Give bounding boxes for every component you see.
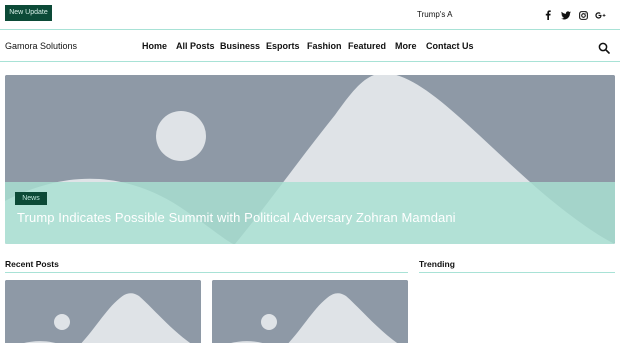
nav-all-posts[interactable]: All Posts	[176, 41, 215, 51]
facebook-icon[interactable]	[542, 8, 554, 22]
nav-featured[interactable]: Featured	[348, 41, 386, 51]
recent-posts-divider	[5, 272, 408, 273]
nav-fashion[interactable]: Fashion	[307, 41, 342, 51]
instagram-icon[interactable]	[577, 8, 589, 22]
nav-home[interactable]: Home	[142, 41, 167, 51]
image-placeholder-icon	[5, 280, 201, 343]
nav-more[interactable]: More	[395, 41, 417, 51]
google-plus-icon[interactable]	[594, 8, 606, 22]
twitter-icon[interactable]	[560, 8, 572, 22]
recent-post-card[interactable]	[5, 280, 201, 343]
trending-heading: Trending	[419, 259, 455, 269]
hero-category-badge[interactable]: News	[15, 192, 47, 205]
recent-posts-heading: Recent Posts	[5, 259, 59, 269]
site-title[interactable]: Gamora Solutions	[5, 41, 77, 51]
nav-esports[interactable]: Esports	[266, 41, 300, 51]
news-ticker[interactable]: Trump's A	[417, 10, 453, 19]
nav-business[interactable]: Business	[220, 41, 260, 51]
new-update-badge: New Update	[5, 5, 52, 21]
nav-contact-us[interactable]: Contact Us	[426, 41, 474, 51]
trending-divider	[419, 272, 615, 273]
image-placeholder-icon	[212, 280, 408, 343]
hero-title[interactable]: Trump Indicates Possible Summit with Pol…	[17, 210, 577, 225]
search-icon[interactable]	[598, 41, 610, 54]
main-navbar: Gamora Solutions Home All Posts Business…	[0, 31, 620, 62]
top-bar: New Update Trump's A	[0, 0, 620, 30]
recent-post-card[interactable]	[212, 280, 408, 343]
